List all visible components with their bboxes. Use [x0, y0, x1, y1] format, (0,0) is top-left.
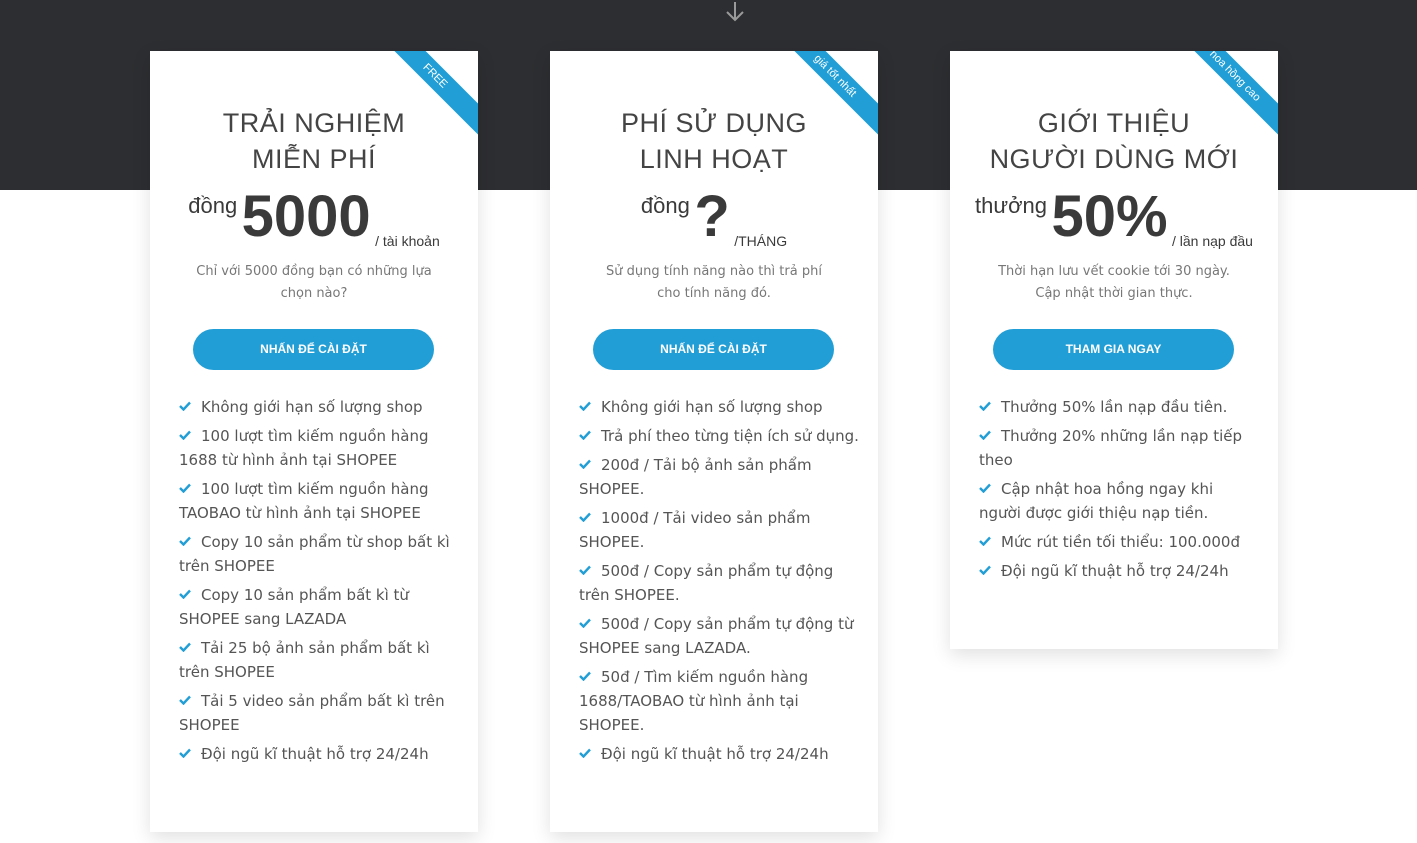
feature-item: Thưởng 50% lần nạp đầu tiên. [979, 395, 1259, 419]
plan-price: đồng 5000 / tài khoản [150, 179, 478, 255]
check-icon [979, 565, 991, 575]
check-icon [979, 401, 991, 411]
install-button[interactable]: NHẤN ĐỂ CÀI ĐẶT [593, 329, 834, 370]
plan-price: đồng ? /THÁNG [550, 179, 878, 255]
check-icon [179, 642, 191, 652]
price-period: / tài khoản [375, 233, 440, 249]
feature-item: 50đ / Tìm kiếm nguồn hàng 1688/TAOBAO từ… [579, 668, 809, 734]
check-icon [979, 536, 991, 546]
check-icon [579, 748, 591, 758]
feature-item: Copy 10 sản phẩm từ shop bất kì trên SHO… [179, 533, 450, 575]
feature-item: Mức rút tiền tối thiểu: 100.000đ [979, 530, 1259, 554]
check-icon [179, 430, 191, 440]
plan-price: thưởng 50% / lần nạp đầu [950, 179, 1278, 255]
price-currency: đồng [188, 193, 238, 218]
plan-title: GIỚI THIỆU NGƯỜI DÙNG MỚI [989, 108, 1239, 174]
check-icon [579, 565, 591, 575]
feature-item: Tải 25 bộ ảnh sản phẩm bất kì trên SHOPE… [179, 639, 430, 681]
check-icon [179, 483, 191, 493]
feature-item: 100 lượt tìm kiếm nguồn hàng TAOBAO từ h… [179, 480, 429, 522]
check-icon [179, 401, 191, 411]
check-icon [179, 695, 191, 705]
feature-item: Đội ngũ kĩ thuật hỗ trợ 24/24h [979, 559, 1259, 583]
price-amount: 50% [1051, 184, 1168, 249]
check-icon [579, 618, 591, 628]
price-currency: đồng [640, 193, 690, 218]
price-period: /THÁNG [734, 233, 788, 249]
feature-item: 500đ / Copy sản phẩm tự động trên SHOPEE… [579, 562, 834, 604]
plan-title: PHÍ SỬ DỤNG LINH HOẠT [620, 108, 808, 174]
feature-item: 500đ / Copy sản phẩm tự động từ SHOPEE s… [579, 615, 854, 657]
plan-description: Sử dụng tính năng nào thì trả phí cho tí… [606, 264, 822, 301]
check-icon [179, 748, 191, 758]
check-icon [579, 430, 591, 440]
feature-list: Không giới hạn số lượng shop 100 lượt tì… [179, 395, 459, 771]
check-icon [579, 401, 591, 411]
join-now-button[interactable]: THAM GIA NGAY [993, 329, 1234, 370]
plan-description: Chỉ với 5000 đồng bạn có những lựa chọn … [196, 264, 432, 301]
check-icon [979, 430, 991, 440]
plan-title: TRẢI NGHIỆM MIỄN PHÍ [222, 108, 406, 174]
price-amount: 5000 [241, 184, 371, 249]
check-icon [979, 483, 991, 493]
price-period: / lần nạp đầu [1172, 233, 1253, 249]
install-button[interactable]: NHẤN ĐỂ CÀI ĐẶT [193, 329, 434, 370]
price-amount: ? [694, 184, 730, 249]
pricing-card-free-trial: FREE TRẢI NGHIỆM MIỄN PHÍ đồng 5000 / tà… [150, 51, 478, 832]
check-icon [579, 459, 591, 469]
feature-item: Không giới hạn số lượng shop [179, 395, 459, 419]
feature-item: 1000đ / Tải video sản phẩm SHOPEE. [579, 509, 811, 551]
feature-item: Copy 10 sản phẩm bất kì từ SHOPEE sang L… [179, 586, 409, 628]
check-icon [579, 671, 591, 681]
check-icon [179, 589, 191, 599]
feature-item: Đội ngũ kĩ thuật hỗ trợ 24/24h [579, 742, 859, 766]
feature-item: Không giới hạn số lượng shop [579, 395, 859, 419]
check-icon [579, 512, 591, 522]
pricing-card-flexible: giá tốt nhất PHÍ SỬ DỤNG LINH HOẠT đồng … [550, 51, 878, 832]
feature-item: Thưởng 20% những lần nạp tiếp theo [979, 427, 1242, 469]
feature-item: Đội ngũ kĩ thuật hỗ trợ 24/24h [179, 742, 459, 766]
feature-item: Tải 5 video sản phẩm bất kì trên SHOPEE [179, 692, 445, 734]
pricing-card-referral: hoa hồng cao GIỚI THIỆU NGƯỜI DÙNG MỚI t… [950, 51, 1278, 649]
feature-list: Thưởng 50% lần nạp đầu tiên. Thưởng 20% … [979, 395, 1259, 588]
feature-list: Không giới hạn số lượng shop Trả phí the… [579, 395, 859, 771]
price-currency: thưởng [975, 193, 1047, 218]
feature-item: Cập nhật hoa hồng ngay khi người được gi… [979, 480, 1214, 522]
feature-item: Trả phí theo từng tiện ích sử dụng. [579, 424, 859, 448]
check-icon [179, 536, 191, 546]
arrow-down-icon[interactable] [724, 0, 746, 24]
feature-item: 100 lượt tìm kiếm nguồn hàng 1688 từ hìn… [179, 427, 429, 469]
plan-description: Thời hạn lưu vết cookie tới 30 ngày. Cập… [998, 264, 1230, 301]
feature-item: 200đ / Tải bộ ảnh sản phẩm SHOPEE. [579, 456, 812, 498]
